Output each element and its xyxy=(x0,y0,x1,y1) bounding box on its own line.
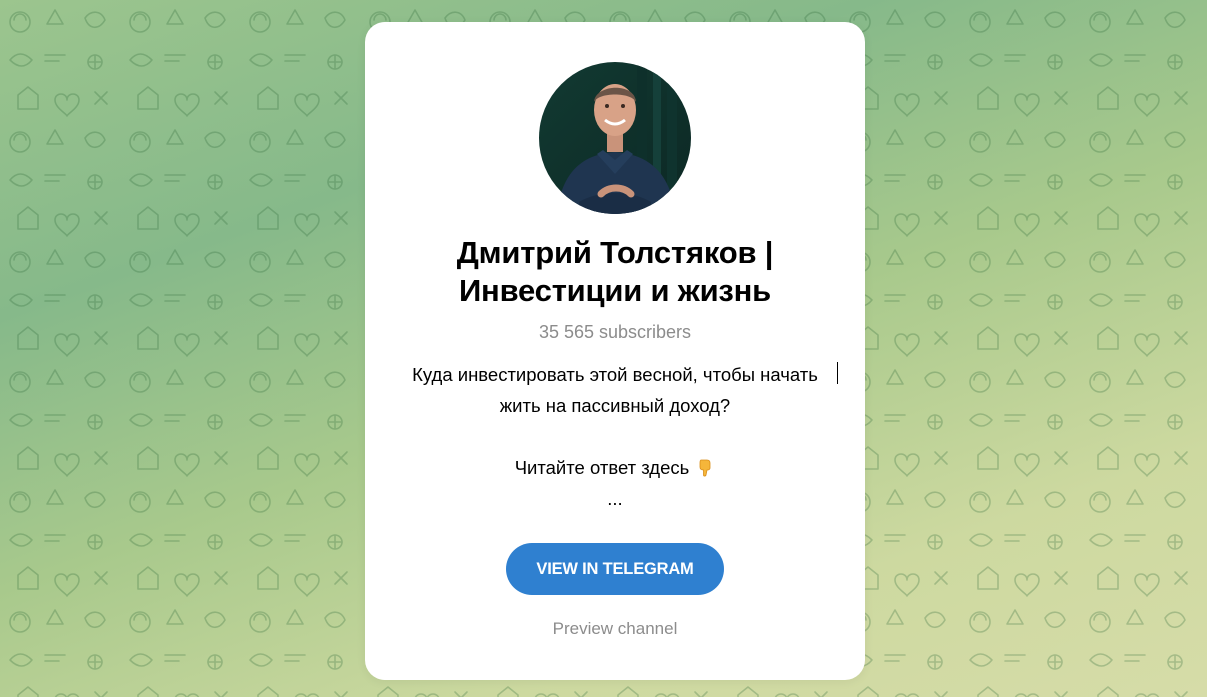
view-in-telegram-button[interactable]: VIEW IN TELEGRAM xyxy=(506,543,724,595)
channel-title-line-1: Дмитрий Толстяков | xyxy=(456,235,774,270)
preview-channel-link[interactable]: Preview channel xyxy=(365,619,865,639)
profile-photo-icon xyxy=(539,62,691,214)
channel-avatar xyxy=(539,62,691,214)
channel-description: Куда инвестировать этой весной, чтобы на… xyxy=(385,359,845,514)
channel-title-line-2: Инвестиции и жизнь xyxy=(458,273,772,308)
description-line-1: Куда инвестировать этой весной, чтобы на… xyxy=(412,364,818,385)
description-line-3: Читайте ответ здесь xyxy=(514,457,690,478)
description-spacer xyxy=(385,421,845,452)
channel-card: Дмитрий Толстяков | Инвестиции и жизнь 3… xyxy=(365,22,865,680)
channel-title: Дмитрий Толстяков | Инвестиции и жизнь xyxy=(385,234,845,310)
pointing-down-emoji-icon xyxy=(699,459,711,477)
description-line-3-row: Читайте ответ здесь xyxy=(385,452,845,483)
text-caret xyxy=(837,362,838,384)
subscriber-count: 35 565 subscribers xyxy=(538,322,692,342)
description-line-2: жить на пассивный доход? xyxy=(499,395,731,416)
description-line-4: ... xyxy=(607,488,623,509)
